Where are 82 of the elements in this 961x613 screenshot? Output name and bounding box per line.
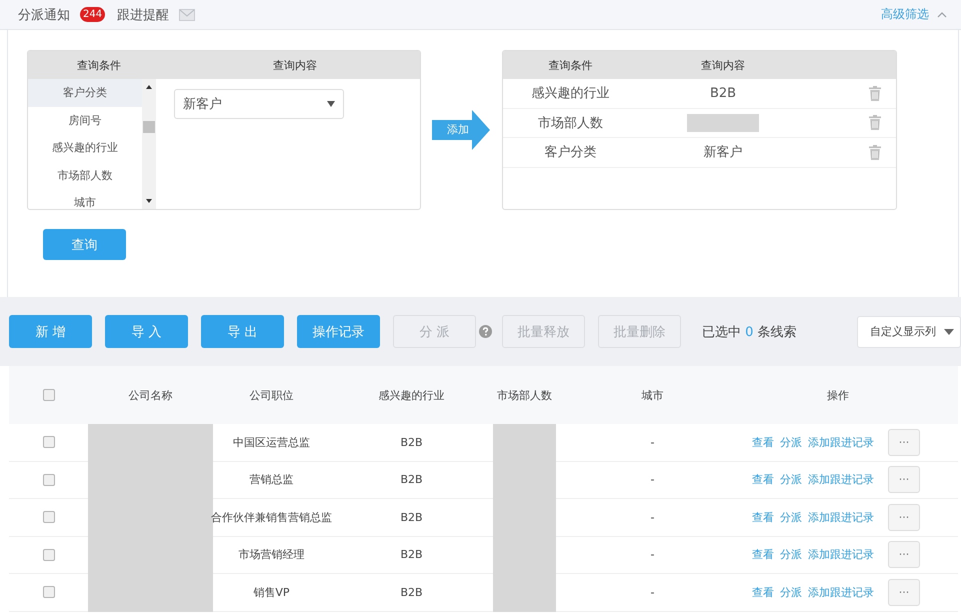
table-cell: - — [650, 510, 654, 524]
more-button[interactable]: ··· — [888, 578, 920, 606]
condition-value: B2B — [710, 86, 736, 101]
column-header: 城市 — [642, 388, 664, 402]
row-checkbox[interactable] — [42, 548, 54, 561]
column-header: 查询内容 — [700, 58, 746, 72]
caret-icon[interactable] — [944, 328, 954, 334]
condition-value: 新客户 — [704, 144, 742, 162]
advanced-filter-link[interactable]: 高级筛选 — [881, 6, 947, 23]
column-header: 查询内容 — [272, 58, 318, 72]
row-checkbox[interactable] — [42, 511, 54, 524]
more-button[interactable]: ··· — [888, 466, 920, 494]
selection-count: 已选中 0 条线索 — [702, 324, 797, 340]
action-link[interactable]: 查看 — [752, 434, 774, 450]
caret-icon[interactable] — [327, 101, 335, 107]
condition-label: 感兴趣的行业 — [530, 85, 610, 102]
condition-item[interactable]: 感兴趣的行业 — [28, 134, 142, 162]
chevron-up-icon[interactable] — [937, 12, 947, 18]
column-header: 查询条件 — [548, 58, 594, 72]
table-cell: - — [650, 586, 654, 599]
count-badge: 244 — [80, 7, 106, 22]
more-button[interactable]: ··· — [888, 428, 920, 456]
notification-tab[interactable]: 分派通知 — [18, 6, 70, 24]
column-header: 公司职位 — [250, 388, 294, 402]
table-cell: 合作伙伴兼销售营销总监 — [211, 510, 332, 525]
table-cell: 销售VP — [253, 584, 290, 600]
toolbar-button[interactable]: 新 增 — [9, 315, 92, 348]
action-link[interactable]: 分派 — [780, 434, 802, 450]
table-cell: - — [650, 548, 654, 562]
column-header: 公司名称 — [128, 388, 172, 402]
table-cell: B2B — [400, 473, 423, 486]
value-select[interactable]: 新客户 — [174, 89, 344, 119]
table-cell: 中国区运营总监 — [233, 434, 310, 450]
notification-tab[interactable]: 跟进提醒 — [117, 6, 170, 24]
action-link[interactable]: 分派 — [780, 547, 802, 562]
toolbar-button[interactable]: 导 入 — [105, 315, 188, 348]
condition-item[interactable]: 房间号 — [28, 106, 142, 134]
action-link[interactable]: 查看 — [752, 510, 774, 525]
condition-item[interactable]: 市场部人数 — [28, 162, 142, 189]
condition-label: 市场部人数 — [537, 114, 604, 132]
toolbar-button[interactable]: 导 出 — [201, 315, 284, 348]
column-header: 查询条件 — [76, 58, 122, 72]
table-cell: 市场营销经理 — [238, 547, 304, 562]
toolbar-button[interactable]: 操作记录 — [297, 315, 380, 348]
table-cell: B2B — [400, 586, 423, 599]
row-checkbox[interactable] — [42, 436, 54, 448]
action-link[interactable]: 分派 — [780, 510, 802, 525]
action-link[interactable]: 查看 — [752, 547, 774, 562]
mail-icon[interactable] — [179, 8, 196, 20]
condition-item[interactable]: 客户分类 — [28, 79, 142, 106]
table-cell: B2B — [400, 548, 423, 562]
action-link[interactable]: 分派 — [780, 584, 802, 600]
action-link[interactable]: 添加跟进记录 — [808, 472, 874, 488]
scrollbar[interactable] — [142, 79, 156, 209]
trash-icon[interactable] — [869, 115, 881, 130]
table-cell: B2B — [400, 510, 423, 524]
action-link[interactable]: 添加跟进记录 — [808, 434, 874, 450]
table-cell: - — [650, 436, 654, 449]
trash-icon[interactable] — [869, 86, 881, 101]
action-link[interactable]: 添加跟进记录 — [808, 584, 874, 600]
trash-icon[interactable] — [869, 144, 881, 160]
condition-item[interactable]: 城市 — [28, 189, 142, 209]
table-cell: - — [650, 473, 654, 486]
column-select[interactable]: 自定义显示列 — [857, 316, 961, 348]
action-link[interactable]: 添加跟进记录 — [808, 547, 874, 562]
column-header: 市场部人数 — [497, 388, 552, 402]
action-link[interactable]: 分派 — [780, 472, 802, 488]
select-all-checkbox[interactable] — [42, 389, 54, 401]
search-button[interactable]: 查询 — [43, 229, 126, 260]
action-link[interactable]: 添加跟进记录 — [808, 510, 874, 525]
action-link[interactable]: 查看 — [752, 472, 774, 488]
row-checkbox[interactable] — [42, 474, 54, 486]
action-link[interactable]: 查看 — [752, 584, 774, 600]
more-button[interactable]: ··· — [888, 541, 920, 568]
add-button[interactable]: 添加 — [432, 110, 490, 150]
row-checkbox[interactable] — [42, 586, 54, 598]
column-header: 感兴趣的行业 — [378, 388, 444, 402]
table-cell: 营销总监 — [250, 472, 294, 488]
table-cell: B2B — [400, 436, 423, 449]
more-button[interactable]: ··· — [888, 504, 920, 531]
condition-label: 客户分类 — [544, 144, 598, 162]
column-header: 操作 — [827, 388, 849, 402]
